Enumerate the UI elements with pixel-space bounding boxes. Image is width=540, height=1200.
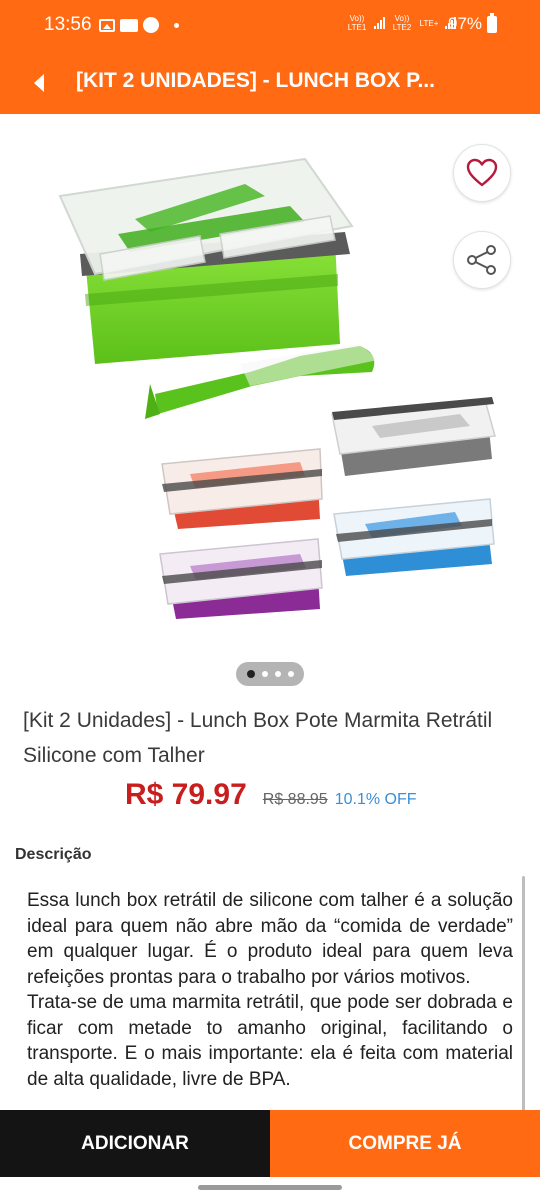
arrow-left-icon bbox=[34, 74, 44, 92]
current-price: R$ 79.97 bbox=[125, 778, 247, 811]
more-notifications-icon bbox=[174, 22, 179, 28]
status-bar: 13:56 Vo)) LTE1 Vo)) LTE2 LTE+ 97% bbox=[0, 0, 540, 52]
system-nav-bar bbox=[0, 1177, 540, 1200]
description-paragraph: Essa lunch box retrátil de silicone com … bbox=[27, 890, 513, 988]
gallery-notification-icon bbox=[99, 18, 115, 32]
old-price: R$ 88.95 bbox=[262, 791, 328, 808]
product-image-carousel[interactable] bbox=[0, 114, 540, 694]
product-image bbox=[58, 157, 496, 619]
network-indicators: Vo)) LTE1 Vo)) LTE2 LTE+ bbox=[346, 14, 456, 32]
description-paragraph: Trata-se de uma marmita retrátil, que po… bbox=[27, 992, 513, 1090]
sim1-label: Vo)) LTE1 bbox=[347, 14, 367, 32]
notification-icons bbox=[99, 15, 179, 35]
buy-now-button[interactable]: COMPRE JÁ bbox=[270, 1110, 540, 1177]
sim2-label: Vo)) LTE2 bbox=[392, 14, 412, 32]
sim2-extra: LTE+ bbox=[419, 18, 439, 28]
home-gesture-handle[interactable] bbox=[198, 1185, 342, 1190]
description-scrollbar[interactable] bbox=[522, 876, 525, 1112]
share-icon bbox=[467, 245, 496, 275]
product-title: [Kit 2 Unidades] - Lunch Box Pote Marmit… bbox=[23, 709, 493, 767]
heart-icon bbox=[466, 158, 498, 187]
description-heading: Descrição bbox=[15, 846, 92, 863]
share-button[interactable] bbox=[453, 231, 511, 289]
app-notification-icon bbox=[120, 18, 138, 32]
pager-dot bbox=[287, 671, 294, 677]
battery-icon bbox=[487, 13, 497, 33]
back-button[interactable] bbox=[22, 66, 56, 100]
status-time: 13:56 bbox=[44, 14, 92, 35]
description-scroll-area[interactable]: Essa lunch box retrátil de silicone com … bbox=[15, 880, 525, 1112]
discount-badge: 10.1% OFF bbox=[334, 791, 417, 808]
description-text: Essa lunch box retrátil de silicone com … bbox=[27, 888, 513, 1092]
carousel-pager bbox=[236, 662, 304, 686]
favorite-button[interactable] bbox=[453, 144, 511, 202]
page-title: [KIT 2 UNIDADES] - LUNCH BOX P... bbox=[76, 69, 435, 92]
phone-notification-icon bbox=[143, 17, 159, 33]
add-to-cart-button[interactable]: ADICIONAR bbox=[0, 1110, 270, 1177]
app-bar: [KIT 2 UNIDADES] - LUNCH BOX P... bbox=[0, 52, 540, 114]
pager-dot bbox=[261, 671, 268, 677]
pager-dot bbox=[274, 671, 281, 677]
pager-dot-active bbox=[246, 670, 255, 678]
signal-1-icon bbox=[374, 17, 385, 29]
battery-level: 97% bbox=[448, 14, 483, 33]
price-row: R$ 79.97 R$ 88.95 10.1% OFF bbox=[125, 778, 417, 812]
